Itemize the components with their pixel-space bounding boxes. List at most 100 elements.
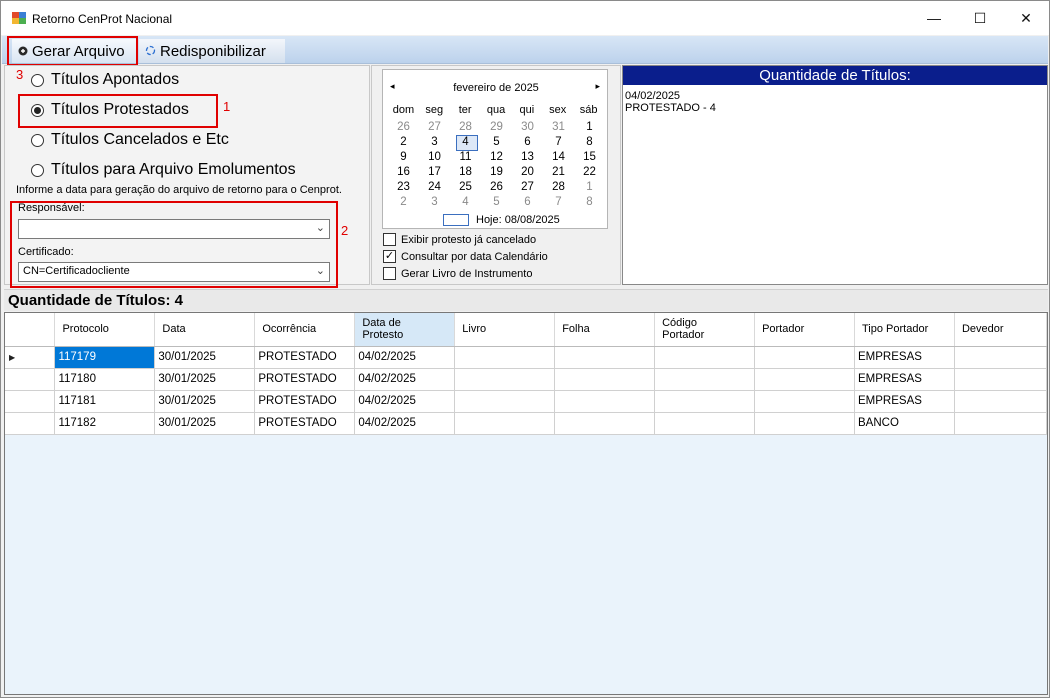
table-cell[interactable] [454,368,556,391]
calendar-day[interactable]: 1 [574,180,605,195]
checkbox[interactable]: ✓ [383,250,396,263]
table-cell[interactable]: 117182 [54,412,156,435]
calendar-day[interactable]: 28 [450,120,481,135]
col-tipo-portador[interactable]: Tipo Portador [854,313,955,347]
table-cell[interactable] [954,412,1048,435]
check-gerar-livro[interactable]: Gerar Livro de Instrumento [383,267,532,280]
radio-button[interactable] [31,133,44,147]
checkbox[interactable] [383,233,396,246]
radio-titulos-cancelados[interactable]: Títulos Cancelados e Etc [31,131,229,149]
minimize-button[interactable]: — [911,1,957,35]
calendar-today[interactable]: Hoje: 08/08/2025 [443,214,560,226]
redisponibilizar-button[interactable]: Redisponibilizar [139,39,285,63]
row-header[interactable] [5,390,56,413]
calendar-day[interactable]: 22 [574,165,605,180]
table-cell[interactable] [754,390,855,413]
table-cell[interactable] [554,390,656,413]
table-cell[interactable]: 04/02/2025 [354,368,456,391]
radio-button[interactable] [31,73,44,87]
table-row[interactable]: 117181 30/01/2025 PROTESTADO 04/02/2025 EMPR… [5,390,1048,413]
table-cell[interactable] [454,390,556,413]
calendar-day[interactable]: 4 [450,135,481,151]
table-cell[interactable]: PROTESTADO [254,412,356,435]
calendar-day[interactable]: 16 [388,165,419,180]
calendar-day[interactable]: 21 [543,165,574,180]
table-cell[interactable]: PROTESTADO [254,368,356,391]
table-cell[interactable]: 04/02/2025 [354,412,456,435]
table-cell[interactable]: 30/01/2025 [154,368,256,391]
table-cell[interactable] [654,412,756,435]
table-cell[interactable]: BANCO [854,412,955,435]
table-cell[interactable] [654,346,756,369]
check-exibir-cancelado[interactable]: Exibir protesto já cancelado [383,233,536,246]
calendar-day[interactable]: 12 [481,150,512,165]
table-cell[interactable] [654,368,756,391]
table-cell[interactable]: 04/02/2025 [354,346,456,369]
table-cell[interactable]: 117180 [54,368,156,391]
table-cell[interactable] [654,390,756,413]
table-cell[interactable] [554,368,656,391]
row-header[interactable] [5,368,56,391]
table-cell[interactable]: 04/02/2025 [354,390,456,413]
calendar-day[interactable]: 6 [512,195,543,210]
calendar-day[interactable]: 29 [481,120,512,135]
table-cell[interactable] [954,390,1048,413]
table-cell[interactable] [454,346,556,369]
table-cell[interactable] [754,346,855,369]
calendar-day[interactable]: 26 [481,180,512,195]
calendar-day[interactable]: 28 [543,180,574,195]
table-cell[interactable] [554,346,656,369]
calendar-day[interactable]: 15 [574,150,605,165]
calendar-day[interactable]: 24 [419,180,450,195]
radio-button[interactable] [31,163,44,177]
table-cell[interactable]: 30/01/2025 [154,412,256,435]
col-data-protesto[interactable]: Data de Protesto [354,313,456,347]
table-cell[interactable]: 117179 [54,346,156,369]
table-row[interactable]: 117180 30/01/2025 PROTESTADO 04/02/2025 EMPR… [5,368,1048,391]
calendar-day[interactable]: 18 [450,165,481,180]
table-cell[interactable]: 30/01/2025 [154,390,256,413]
table-cell[interactable]: PROTESTADO [254,390,356,413]
calendar-day[interactable]: 9 [388,150,419,165]
col-codigo-portador[interactable]: Código Portador [654,313,756,347]
radio-titulos-emolumentos[interactable]: Títulos para Arquivo Emolumentos [31,161,296,179]
calendar-day[interactable]: 23 [388,180,419,195]
calendar-day[interactable]: 8 [574,195,605,210]
col-ocorrencia[interactable]: Ocorrência [254,313,356,347]
checkbox[interactable] [383,267,396,280]
calendar-day[interactable]: 20 [512,165,543,180]
table-cell[interactable] [754,412,855,435]
calendar-day[interactable]: 2 [388,135,419,150]
calendar-day[interactable]: 3 [419,195,450,210]
table-cell[interactable]: 30/01/2025 [154,346,256,369]
col-livro[interactable]: Livro [454,313,556,347]
table-cell[interactable]: PROTESTADO [254,346,356,369]
calendar-day[interactable]: 5 [481,135,512,150]
calendar-day[interactable]: 25 [450,180,481,195]
calendar-day[interactable]: 26 [388,120,419,135]
calendar-day[interactable]: 6 [512,135,543,150]
table-cell[interactable] [954,346,1048,369]
calendar-day[interactable]: 27 [419,120,450,135]
calendar-day[interactable]: 7 [543,135,574,150]
table-cell[interactable]: EMPRESAS [854,390,955,413]
row-header[interactable]: ▶ [5,346,56,369]
calendar-day[interactable]: 11 [450,150,481,165]
calendar-day[interactable]: 31 [543,120,574,135]
table-cell[interactable]: EMPRESAS [854,346,955,369]
calendar-month-title[interactable]: fevereiro de 2025 [383,82,609,94]
col-portador[interactable]: Portador [754,313,855,347]
calendar-day[interactable]: 10 [419,150,450,165]
month-calendar[interactable]: ◂ ▸ fevereiro de 2025 dom seg ter qua qu… [382,69,608,229]
table-cell[interactable] [554,412,656,435]
table-cell[interactable] [954,368,1048,391]
results-grid[interactable]: Protocolo Data Ocorrência Data de Protes… [4,312,1048,695]
calendar-day[interactable]: 8 [574,135,605,150]
calendar-day[interactable]: 1 [574,120,605,135]
calendar-day[interactable]: 5 [481,195,512,210]
col-protocolo[interactable]: Protocolo [54,313,156,347]
calendar-day[interactable]: 14 [543,150,574,165]
radio-titulos-apontados[interactable]: Títulos Apontados [31,71,179,89]
calendar-day[interactable]: 2 [388,195,419,210]
calendar-day[interactable]: 4 [450,195,481,210]
